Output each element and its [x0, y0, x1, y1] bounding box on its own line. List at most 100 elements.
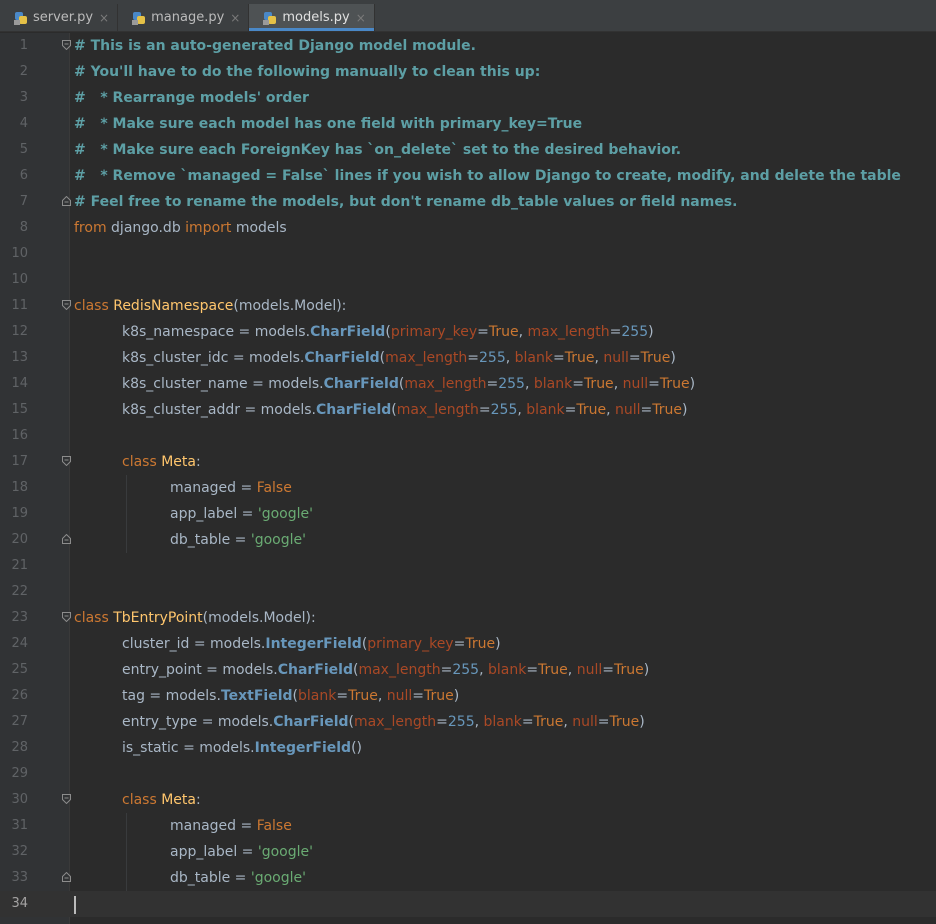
code-token: k8s_cluster_name = models. [122, 376, 324, 392]
code-text: # * Remove `managed = False` lines if yo… [74, 163, 901, 189]
fold-close-icon[interactable] [62, 872, 71, 882]
code-token: # * Rearrange models' order [74, 90, 309, 106]
fold-open-icon[interactable] [62, 794, 71, 804]
code-line[interactable]: 2 # You'll have to do the following manua… [0, 59, 936, 85]
code-token: is_static = models. [122, 740, 255, 756]
code-token: True [533, 714, 564, 730]
code-text: class Meta: [122, 787, 201, 813]
fold-close-icon[interactable] [62, 534, 71, 544]
code-line[interactable]: 27 entry_type = models.CharField(max_leng… [0, 709, 936, 735]
code-token: CharField [273, 714, 349, 730]
code-token: , [524, 376, 534, 392]
line-number: 24 [11, 636, 28, 651]
code-line[interactable]: 22 [0, 579, 936, 605]
code-token: True [640, 350, 671, 366]
code-line[interactable]: 19 app_label = 'google' [0, 501, 936, 527]
python-file-icon [263, 11, 277, 25]
code-token: = [602, 662, 614, 678]
line-number: 11 [11, 298, 28, 313]
code-line[interactable]: 11 class RedisNamespace(models.Model): [0, 293, 936, 319]
code-line[interactable]: 23 class TbEntryPoint(models.Model): [0, 605, 936, 631]
code-token: TbEntryPoint [113, 610, 203, 626]
code-line[interactable]: 24 cluster_id = models.IntegerField(prima… [0, 631, 936, 657]
fold-open-icon[interactable] [62, 300, 71, 310]
code-line[interactable]: 32 app_label = 'google' [0, 839, 936, 865]
code-text: # * Make sure each model has one field w… [74, 111, 582, 137]
code-line[interactable]: 15 k8s_cluster_addr = models.CharField(ma… [0, 397, 936, 423]
line-number: 13 [11, 350, 28, 365]
code-line[interactable]: 33 db_table = 'google' [0, 865, 936, 891]
code-token: class [122, 454, 157, 470]
code-line[interactable]: 21 [0, 553, 936, 579]
code-line[interactable]: 8 from django.db import models [0, 215, 936, 241]
code-line[interactable]: 14 k8s_cluster_name = models.CharField(ma… [0, 371, 936, 397]
close-icon[interactable]: × [356, 11, 366, 25]
code-line[interactable]: 7 # Feel free to rename the models, but d… [0, 189, 936, 215]
tab-label: server.py [33, 10, 94, 25]
fold-open-icon[interactable] [62, 612, 71, 622]
code-token: ) [639, 714, 645, 730]
code-token: ) [453, 688, 460, 704]
code-text: # * Rearrange models' order [74, 85, 309, 111]
code-text: class RedisNamespace(models.Model): [74, 293, 346, 319]
line-number: 22 [11, 584, 28, 599]
code-line[interactable]: 28 is_static = models.IntegerField() [0, 735, 936, 761]
code-token: : [195, 792, 201, 808]
code-token: app_label = [170, 506, 258, 522]
code-line[interactable]: 6 # * Remove `managed = False` lines if y… [0, 163, 936, 189]
code-line[interactable]: 18 managed = False [0, 475, 936, 501]
code-token: CharField [304, 350, 380, 366]
code-token: True [583, 376, 614, 392]
line-number: 32 [11, 844, 28, 859]
fold-open-icon[interactable] [62, 40, 71, 50]
line-number: 10 [11, 272, 28, 287]
code-line[interactable]: 4 # * Make sure each model has one field … [0, 111, 936, 137]
code-line[interactable]: 10 [0, 241, 936, 267]
code-line[interactable]: 30 class Meta: [0, 787, 936, 813]
code-text: managed = False [170, 813, 292, 839]
code-token: = [564, 402, 577, 418]
code-line[interactable]: 20 db_table = 'google' [0, 527, 936, 553]
code-text: entry_point = models.CharField(max_lengt… [122, 657, 649, 683]
code-token: = [640, 402, 653, 418]
tab-models-py[interactable]: models.py × [249, 4, 375, 31]
code-editor[interactable]: 1 # This is an auto-generated Django mode… [0, 33, 936, 924]
code-token: = [412, 688, 424, 704]
code-line[interactable]: 1 # This is an auto-generated Django mode… [0, 33, 936, 59]
fold-close-icon[interactable] [62, 196, 71, 206]
code-token: primary_key [367, 636, 454, 652]
code-token: blank [483, 714, 522, 730]
code-text: managed = False [170, 475, 292, 501]
code-token: 'google' [250, 870, 306, 886]
code-token: = [526, 662, 539, 678]
code-line[interactable]: 12 k8s_namespace = models.CharField(prima… [0, 319, 936, 345]
close-icon[interactable]: × [230, 11, 240, 25]
tab-manage-py[interactable]: manage.py × [118, 4, 250, 31]
code-line[interactable]: 5 # * Make sure each ForeignKey has `on_d… [0, 137, 936, 163]
code-token: = [478, 402, 491, 418]
code-line[interactable]: 26 tag = models.TextField(blank=True, nul… [0, 683, 936, 709]
code-token: = [453, 636, 466, 652]
code-line[interactable]: 29 [0, 761, 936, 787]
code-line[interactable]: 25 entry_point = models.CharField(max_len… [0, 657, 936, 683]
line-number: 26 [11, 688, 28, 703]
code-line[interactable]: 31 managed = False [0, 813, 936, 839]
code-line[interactable]: 34 [0, 891, 936, 917]
code-token: # You'll have to do the following manual… [74, 64, 541, 80]
code-token: tag = models. [122, 688, 221, 704]
close-icon[interactable]: × [99, 11, 109, 25]
line-number: 16 [11, 428, 28, 443]
fold-open-icon[interactable] [62, 456, 71, 466]
tab-server-py[interactable]: server.py × [0, 4, 119, 31]
code-line[interactable]: 13 k8s_cluster_idc = models.CharField(max… [0, 345, 936, 371]
code-line[interactable]: 3 # * Rearrange models' order [0, 85, 936, 111]
code-token: False [256, 480, 292, 496]
code-line[interactable]: 10 [0, 267, 936, 293]
code-line[interactable]: 17 class Meta: [0, 449, 936, 475]
code-token: = [440, 662, 453, 678]
code-token: : [195, 454, 201, 470]
code-token: db_table = [170, 870, 251, 886]
code-token: = [648, 376, 660, 392]
code-line[interactable]: 16 [0, 423, 936, 449]
code-token: db_table = [170, 532, 251, 548]
